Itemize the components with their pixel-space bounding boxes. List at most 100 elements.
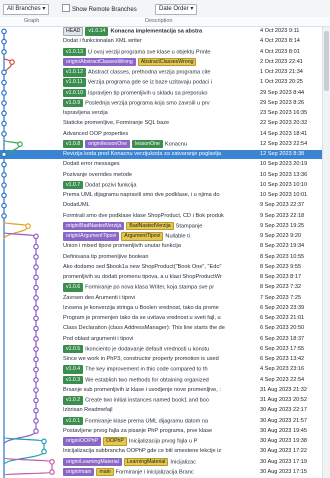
tag-label[interactable]: v1.0.12 (63, 68, 87, 77)
commit-node[interactable] (33, 418, 39, 424)
commit-node[interactable] (1, 90, 7, 96)
tag-label[interactable]: v1.0.6 (63, 283, 84, 292)
commit-node[interactable] (33, 407, 39, 414)
tag-label[interactable]: v1.0.10 (63, 88, 87, 98)
commit-node[interactable] (1, 49, 7, 55)
branch-label[interactable]: origin/lessonOne (85, 139, 131, 149)
commit-description: origin/main main Formiranje i inicijalizac… (63, 467, 259, 477)
head-label[interactable]: HEAD (63, 27, 84, 36)
commit-node[interactable] (1, 110, 7, 117)
commit-node[interactable] (1, 202, 7, 209)
commit-node[interactable] (33, 356, 39, 363)
checkbox-icon[interactable] (62, 4, 70, 12)
commit-node[interactable] (49, 459, 55, 465)
tag-label[interactable]: v1.0.5 (63, 344, 84, 354)
vertical-scrollbar[interactable] (322, 27, 330, 478)
branch-label[interactable]: origin/LearningMaterial (63, 457, 122, 467)
commit-description: Advanced OOP properties (63, 130, 259, 139)
commit-date: 4 Oct 2023 8:01 (260, 48, 300, 55)
commit-node[interactable] (1, 182, 7, 188)
commit-description: origin/BadNastedVerzija BadNastedVerzija S… (63, 221, 259, 231)
scrollbar-thumb[interactable] (324, 31, 329, 91)
tag-label[interactable]: v1.0.8 (63, 139, 84, 149)
commit-node[interactable] (33, 243, 39, 250)
tag-label[interactable]: v1.0.7 (63, 180, 84, 190)
commit-node[interactable] (33, 233, 39, 240)
branch-label[interactable]: AbstractClassesWrong (137, 57, 197, 67)
tag-label[interactable]: lessonOne (132, 139, 163, 149)
commit-message: U ovoj verziji programa sve klase u obje… (88, 48, 211, 55)
commit-node[interactable] (1, 79, 7, 86)
branch-label[interactable]: LearningMaterial (123, 457, 169, 467)
commit-node[interactable] (1, 38, 7, 45)
branch-label[interactable]: ArgumentTipovi (121, 232, 164, 241)
commit-date: 10 Sep 2023 10:10 (260, 181, 308, 188)
commit-message: Definisana tip promenljive boolean (63, 253, 149, 260)
commit-node[interactable] (1, 161, 7, 168)
commit-node[interactable] (17, 141, 23, 147)
graph-column-header[interactable]: Graph (24, 18, 39, 24)
commit-node[interactable] (49, 469, 55, 475)
tag-label[interactable]: v1.0.13 (63, 47, 87, 57)
tag-label[interactable]: v1.0.1 (63, 416, 84, 426)
branch-label[interactable]: main (96, 467, 114, 477)
commit-node[interactable] (33, 305, 39, 311)
show-remote-branches-checkbox[interactable]: Show Remote Branches (62, 4, 137, 13)
tag-label[interactable]: v1.0.9 (63, 98, 84, 108)
branch-label[interactable]: origin/BadNastedVerzija (63, 221, 125, 231)
branch-label[interactable]: origin/ArgumentTipovi (63, 232, 120, 241)
branch-filter-dropdown[interactable]: All Branches ▾ (3, 4, 50, 15)
commit-node[interactable] (33, 264, 39, 270)
commit-node[interactable] (33, 346, 39, 352)
commit-description: Pozivanje overrides metode (63, 171, 259, 180)
commit-node[interactable] (1, 213, 7, 219)
commit-node[interactable] (33, 315, 39, 322)
commit-node[interactable] (1, 192, 7, 199)
branch-label[interactable]: origin/AbstractClassesWrong (63, 57, 136, 67)
commit-node[interactable] (33, 428, 39, 434)
commit-node[interactable] (33, 254, 39, 260)
commit-node[interactable] (9, 59, 15, 65)
commit-node[interactable] (1, 69, 7, 76)
commit-message: Postavljene prvog fajla za pisanje PhP p… (63, 427, 213, 434)
commit-node[interactable] (33, 397, 39, 404)
branch-label[interactable]: origin/main (63, 467, 95, 477)
branch-label[interactable]: BadNastedVerzija (126, 221, 174, 231)
commit-node[interactable] (1, 120, 7, 127)
commit-date: 30 Aug 2023 17:15 (260, 468, 307, 475)
tag-label[interactable]: v1.0.2 (63, 396, 84, 405)
commit-node[interactable] (1, 151, 7, 158)
commit-node[interactable] (33, 284, 39, 291)
commit-description: v1.0.5 Ikonciento je dodavanje default vr… (63, 344, 259, 354)
branch-label[interactable]: origin/OOPhP (63, 437, 102, 446)
commit-node[interactable] (25, 223, 31, 229)
commit-description: Izbrisan Readmefajl (63, 406, 259, 415)
tag-label[interactable]: v1.0.3 (63, 375, 84, 385)
commit-node[interactable] (33, 387, 39, 393)
commit-node[interactable] (1, 28, 7, 35)
commit-date: 6 Sep 2023 23:39 (260, 304, 305, 311)
commit-node[interactable] (1, 131, 7, 137)
commit-node[interactable] (33, 295, 39, 301)
commit-node[interactable] (41, 448, 47, 455)
commit-node[interactable] (1, 172, 7, 178)
tag-label[interactable]: v1.0.11 (63, 78, 86, 87)
tag-label[interactable]: v1.0.4 (63, 365, 84, 374)
commit-node[interactable] (33, 377, 39, 383)
commit-node[interactable] (1, 100, 7, 106)
commit-description: v1.0.11 Verzija programa gde se iz baze u… (63, 78, 259, 87)
commit-node[interactable] (33, 336, 39, 342)
commit-date: 30 Aug 2023 17:22 (260, 448, 307, 455)
commit-node[interactable] (33, 325, 39, 332)
commit-description: v1.0.1 Formiranje klase prema UML dijagra… (63, 416, 259, 426)
commit-date: 29 Sep 2023 8:26 (260, 99, 305, 106)
commit-description: origin/OOPhP OOPhP Inicijalizacija prvog f… (63, 437, 259, 446)
commit-node[interactable] (33, 366, 39, 373)
tag-label[interactable]: v1.0.14 (85, 27, 109, 36)
commit-node[interactable] (41, 438, 47, 445)
commit-node[interactable] (33, 274, 39, 281)
branch-label[interactable]: OOPhP (103, 437, 127, 446)
order-dropdown[interactable]: Date Order ▾ (155, 4, 198, 15)
description-column-header[interactable]: Description (145, 18, 173, 24)
commit-date: 29 Sep 2023 8:44 (260, 89, 305, 96)
